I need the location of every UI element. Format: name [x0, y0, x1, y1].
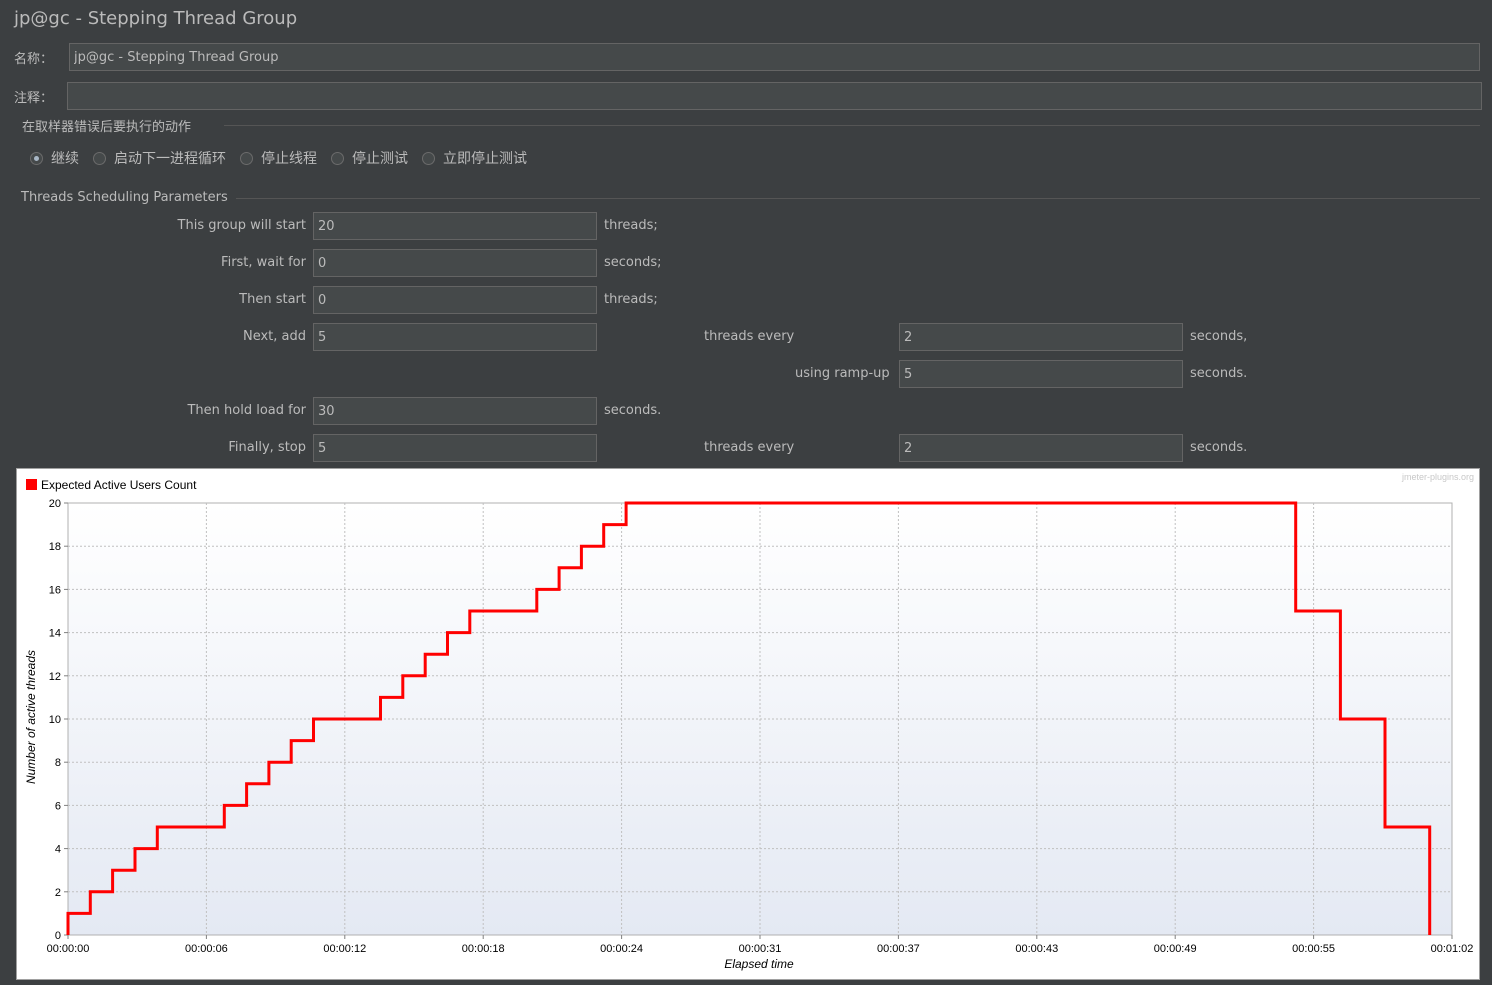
radio-icon[interactable] — [422, 151, 435, 165]
x-tick-label: 00:00:12 — [323, 943, 366, 955]
radio-selected-icon[interactable] — [30, 151, 43, 165]
y-tick-label: 6 — [55, 800, 61, 812]
watermark: jmeter-plugins.org — [1401, 472, 1474, 482]
radio-label: 立即停止测试 — [443, 151, 527, 167]
start-threads-input[interactable] — [313, 212, 597, 240]
radio-label: 启动下一进程循环 — [114, 151, 226, 167]
ramp-up-suffix: seconds. — [1190, 366, 1248, 381]
next-add-input[interactable] — [313, 323, 597, 351]
x-tick-label: 00:00:43 — [1015, 943, 1058, 955]
y-tick-label: 18 — [49, 541, 61, 553]
y-axis-label: Number of active threads — [24, 650, 38, 784]
radio-icon[interactable] — [331, 151, 344, 165]
divider — [236, 198, 1480, 199]
initial-delay-input[interactable] — [313, 249, 597, 277]
finally-stop-period-input[interactable] — [899, 434, 1183, 462]
radio-icon[interactable] — [240, 151, 253, 165]
comment-label: 注释： — [14, 91, 54, 106]
radio-icon[interactable] — [93, 151, 106, 165]
comment-input[interactable] — [67, 82, 1482, 110]
ramp-up-input[interactable] — [899, 360, 1183, 388]
divider — [224, 125, 1480, 126]
y-tick-label: 10 — [49, 714, 61, 726]
then-start-suffix: threads; — [604, 292, 658, 307]
x-tick-label: 00:00:18 — [462, 943, 505, 955]
y-tick-label: 14 — [49, 628, 61, 640]
error-action-heading: 在取样器错误后要执行的动作 — [22, 120, 192, 135]
x-tick-label: 00:00:55 — [1292, 943, 1335, 955]
y-tick-label: 0 — [55, 930, 61, 942]
initial-delay-suffix: seconds; — [604, 255, 662, 270]
start-threads-label: This group will start — [177, 218, 306, 233]
x-tick-label: 00:00:31 — [739, 943, 782, 955]
hold-load-suffix: seconds. — [604, 403, 662, 418]
then-start-input[interactable] — [313, 286, 597, 314]
hold-load-input[interactable] — [313, 397, 597, 425]
y-tick-label: 2 — [55, 887, 61, 899]
initial-delay-label: First, wait for — [221, 255, 306, 270]
x-tick-label: 00:00:49 — [1154, 943, 1197, 955]
x-axis-label: Elapsed time — [724, 957, 794, 971]
next-add-label: Next, add — [242, 329, 306, 344]
radio-stop-test[interactable]: 停止测试 — [331, 148, 408, 168]
radio-label: 继续 — [51, 151, 79, 167]
radio-start-next-loop[interactable]: 启动下一进程循环 — [93, 148, 226, 168]
radio-continue[interactable]: 继续 — [30, 148, 79, 168]
error-action-radio-group: 继续 启动下一进程循环 停止线程 停止测试 立即停止测试 — [30, 148, 541, 168]
x-tick-label: 00:01:02 — [1431, 943, 1474, 955]
chart-svg: 00:00:00 00:00:06 00:00:12 00:00:18 00:00:24… — [24, 472, 1474, 971]
radio-label: 停止测试 — [352, 151, 408, 167]
x-tick-label: 00:00:06 — [185, 943, 228, 955]
legend-swatch — [26, 479, 37, 490]
finally-stop-suffix: seconds. — [1190, 440, 1248, 455]
thread-schedule-chart: 00:00:00 00:00:06 00:00:12 00:00:18 00:00:24… — [16, 468, 1480, 980]
finally-stop-mid-label: threads every — [704, 440, 795, 455]
ramp-up-label: using ramp-up — [795, 366, 890, 381]
hold-load-label: Then hold load for — [187, 403, 306, 418]
y-tick-label: 8 — [55, 757, 61, 769]
name-input[interactable] — [69, 43, 1480, 71]
then-start-label: Then start — [239, 292, 306, 307]
next-add-suffix: seconds, — [1190, 329, 1248, 344]
x-tick-label: 00:00:37 — [877, 943, 920, 955]
name-label: 名称： — [14, 52, 54, 67]
next-add-period-input[interactable] — [899, 323, 1183, 351]
radio-stop-test-now[interactable]: 立即停止测试 — [422, 148, 527, 168]
y-tick-label: 12 — [49, 671, 61, 683]
y-tick-label: 4 — [55, 844, 61, 856]
finally-stop-label: Finally, stop — [228, 440, 306, 455]
radio-stop-thread[interactable]: 停止线程 — [240, 148, 317, 168]
radio-label: 停止线程 — [261, 151, 317, 167]
next-add-mid-label: threads every — [704, 329, 795, 344]
legend-label: Expected Active Users Count — [41, 478, 197, 492]
finally-stop-input[interactable] — [313, 434, 597, 462]
start-threads-suffix: threads; — [604, 218, 658, 233]
window-title: jp@gc - Stepping Thread Group — [14, 8, 298, 29]
params-heading: Threads Scheduling Parameters — [21, 190, 228, 205]
x-tick-label: 00:00:00 — [47, 943, 90, 955]
y-tick-label: 16 — [49, 584, 61, 596]
y-tick-label: 20 — [49, 498, 61, 510]
x-tick-label: 00:00:24 — [600, 943, 643, 955]
